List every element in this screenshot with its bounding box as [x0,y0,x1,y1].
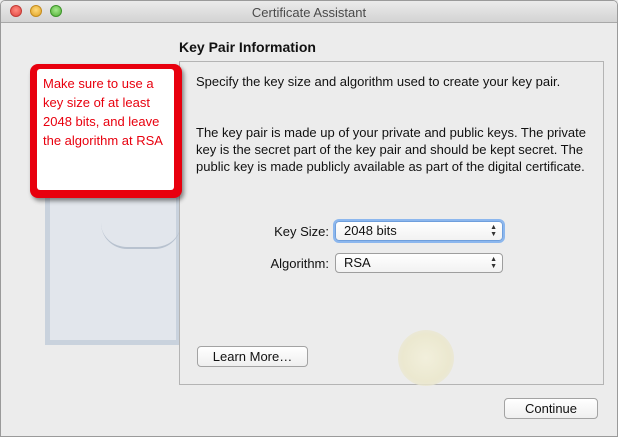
algorithm-label: Algorithm: [270,256,329,271]
key-size-popup[interactable]: 2048 bits ▲ ▼ [335,221,503,241]
annotation-callout-body: Make sure to use a key size of at least … [37,69,174,190]
learn-more-button[interactable]: Learn More… [197,346,308,367]
up-down-arrows-icon: ▲ ▼ [490,256,497,270]
algorithm-value: RSA [344,255,371,270]
description-paragraph: The key pair is made up of your private … [196,125,586,174]
annotation-text: Make sure to use a key size of at least … [43,76,163,148]
window-title: Certificate Assistant [251,5,367,20]
algorithm-popup[interactable]: RSA ▲ ▼ [335,253,503,273]
title-bar[interactable]: Certificate Assistant [1,1,617,23]
key-size-value: 2048 bits [344,223,397,238]
key-pair-panel: Specify the key size and algorithm used … [179,61,604,386]
up-down-arrows-icon: ▲ ▼ [490,224,497,238]
intro-paragraph: Specify the key size and algorithm used … [196,74,561,89]
continue-button[interactable]: Continue [504,398,598,419]
annotation-callout: Make sure to use a key size of at least … [30,64,182,198]
certificate-seal-decoration [398,330,454,386]
key-size-label: Key Size: [274,224,329,239]
certificate-assistant-window: Certificate Assistant Key Pair Informati… [0,0,618,437]
section-heading: Key Pair Information [179,39,316,55]
